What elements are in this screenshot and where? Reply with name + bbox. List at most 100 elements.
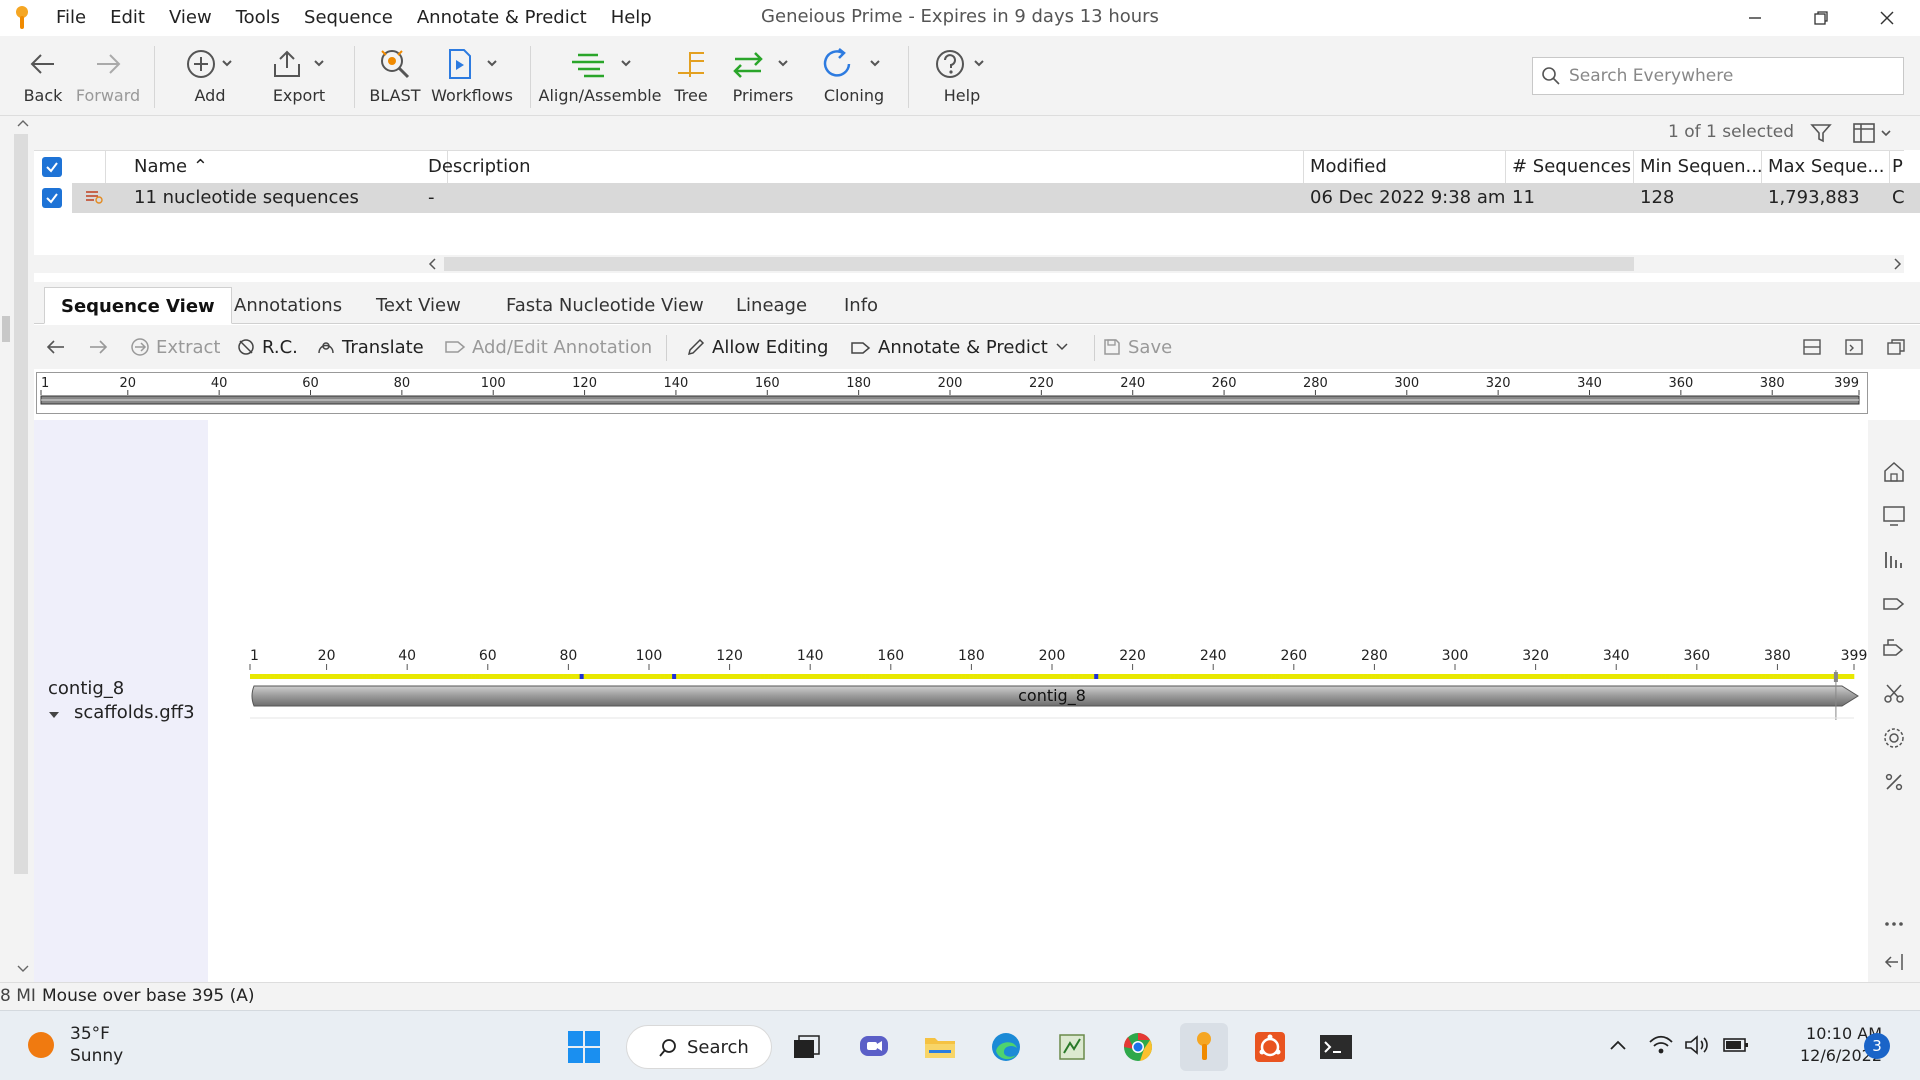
menu-edit[interactable]: Edit bbox=[98, 0, 157, 36]
menu-file[interactable]: File bbox=[44, 0, 98, 36]
wifi-icon[interactable] bbox=[1648, 1033, 1674, 1057]
annotate-predict-button[interactable]: Annotate & Predict bbox=[850, 325, 1076, 369]
start-button[interactable] bbox=[560, 1023, 608, 1071]
search-input[interactable] bbox=[1569, 66, 1889, 86]
arrow-right-icon bbox=[93, 42, 123, 86]
sequence-base bbox=[869, 674, 874, 679]
search-box[interactable] bbox=[1532, 57, 1904, 95]
column-icon bbox=[72, 151, 106, 183]
collapse-right-icon[interactable] bbox=[1882, 950, 1906, 974]
edge-button[interactable] bbox=[982, 1023, 1030, 1071]
menu-help[interactable]: Help bbox=[599, 0, 664, 36]
app-notebook-button[interactable] bbox=[1048, 1023, 1096, 1071]
sequence-base bbox=[1194, 674, 1200, 679]
sequence-base bbox=[579, 674, 584, 679]
column-min-sequence[interactable]: Min Sequen... bbox=[1634, 151, 1762, 183]
column-max-sequence[interactable]: Max Seque... bbox=[1762, 151, 1890, 183]
taskbar-search[interactable]: Search bbox=[626, 1025, 772, 1069]
workflows-button[interactable]: Workflows bbox=[431, 42, 513, 112]
column-sequences[interactable]: # Sequences bbox=[1506, 151, 1634, 183]
extract-button[interactable]: Extract bbox=[130, 325, 220, 369]
tab-fasta-nucleotide-view[interactable]: Fasta Nucleotide View bbox=[490, 287, 720, 324]
scroll-left-icon[interactable] bbox=[426, 257, 440, 271]
main-toolbar: Back Forward Add Export BLAST Workflows bbox=[0, 36, 1920, 116]
menu-view[interactable]: View bbox=[157, 0, 224, 36]
file-explorer-button[interactable] bbox=[916, 1023, 964, 1071]
tree-button[interactable]: Tree bbox=[668, 42, 714, 112]
tab-sequence-view[interactable]: Sequence View bbox=[44, 287, 232, 324]
annotation-track-name[interactable]: scaffolds.gff3 bbox=[74, 702, 195, 723]
help-button[interactable]: Help bbox=[930, 42, 994, 112]
back-label: Back bbox=[23, 86, 63, 105]
menu-sequence[interactable]: Sequence bbox=[292, 0, 405, 36]
menu-tools[interactable]: Tools bbox=[224, 0, 292, 36]
ubuntu-button[interactable] bbox=[1246, 1023, 1294, 1071]
teams-chat-button[interactable] bbox=[850, 1023, 898, 1071]
forward-button[interactable]: Forward bbox=[76, 42, 140, 112]
percent-icon[interactable] bbox=[1882, 770, 1906, 794]
close-button[interactable] bbox=[1854, 0, 1920, 36]
columns-icon[interactable] bbox=[1852, 122, 1896, 144]
chevron-up-icon[interactable] bbox=[1608, 1037, 1628, 1055]
battery-icon[interactable] bbox=[1722, 1035, 1750, 1055]
add-edit-annotation-button[interactable]: Add/Edit Annotation bbox=[444, 325, 652, 369]
translate-button[interactable]: Translate bbox=[316, 325, 424, 369]
chrome-button[interactable] bbox=[1114, 1023, 1162, 1071]
row-checkbox[interactable] bbox=[42, 188, 62, 208]
sequence-graphic[interactable]: 1 20 40 60 80 100 120 140 160 180 200 220 240 260 280 3… bbox=[208, 420, 1868, 982]
column-modified[interactable]: Modified bbox=[1304, 151, 1506, 183]
column-name[interactable]: Name ⌃ bbox=[128, 151, 448, 183]
new-window-icon[interactable] bbox=[1886, 337, 1906, 357]
home-icon[interactable] bbox=[1882, 460, 1906, 484]
display-icon[interactable] bbox=[1882, 504, 1906, 528]
sequence-name[interactable]: contig_8 bbox=[48, 678, 124, 699]
tab-annotations[interactable]: Annotations bbox=[218, 287, 358, 324]
minimize-button[interactable] bbox=[1722, 0, 1788, 36]
tab-text-view[interactable]: Text View bbox=[360, 287, 477, 324]
select-all-checkbox[interactable] bbox=[42, 157, 62, 177]
left-scrollbar[interactable] bbox=[0, 116, 34, 982]
reverse-complement-button[interactable]: R.C. bbox=[236, 325, 298, 369]
scrollbar-thumb[interactable] bbox=[444, 257, 1634, 271]
collapse-panel-icon[interactable] bbox=[1802, 337, 1822, 357]
sequence-panel[interactable]: contig_8 scaffolds.gff3 1 20 40 60 80 100 120 1… bbox=[34, 420, 1868, 982]
fit-view-icon[interactable] bbox=[1844, 337, 1864, 357]
primers-button[interactable]: Primers bbox=[726, 42, 800, 112]
volume-icon[interactable] bbox=[1684, 1033, 1710, 1057]
export-button[interactable]: Export bbox=[266, 42, 332, 112]
triangle-down-icon[interactable] bbox=[48, 710, 60, 720]
more-options-icon[interactable] bbox=[1882, 912, 1906, 936]
restore-button[interactable] bbox=[1788, 0, 1854, 36]
blast-button[interactable]: BLAST bbox=[368, 42, 422, 112]
save-button[interactable]: Save bbox=[1102, 325, 1172, 369]
restriction-sites-icon[interactable] bbox=[1882, 682, 1906, 706]
weather-widget[interactable]: 35°F Sunny bbox=[26, 1023, 123, 1067]
column-p[interactable]: P bbox=[1890, 151, 1904, 183]
filter-icon[interactable] bbox=[1810, 122, 1832, 144]
annotation-arrow-icon[interactable] bbox=[1882, 592, 1906, 616]
add-button[interactable]: Add bbox=[178, 42, 242, 112]
align-assemble-button[interactable]: Align/Assemble bbox=[539, 42, 662, 112]
column-description[interactable]: Description bbox=[422, 151, 1304, 183]
task-view-button[interactable] bbox=[782, 1023, 830, 1071]
cloning-button[interactable]: Cloning bbox=[818, 42, 890, 112]
scroll-right-icon[interactable] bbox=[1890, 257, 1904, 271]
viewer-back-button[interactable] bbox=[46, 325, 72, 369]
tab-lineage[interactable]: Lineage bbox=[720, 287, 823, 324]
overview-ruler[interactable]: 1 20 40 60 80 100 120 140 160 180 200 220 240 260 280 3… bbox=[36, 372, 1868, 414]
graphs-icon[interactable] bbox=[1882, 548, 1906, 572]
sequence-base bbox=[1049, 674, 1055, 679]
back-button[interactable]: Back bbox=[20, 42, 66, 112]
menu-annotate-predict[interactable]: Annotate & Predict bbox=[405, 0, 599, 36]
terminal-button[interactable] bbox=[1312, 1023, 1360, 1071]
notification-badge[interactable]: 3 bbox=[1864, 1033, 1890, 1059]
viewer-forward-button[interactable] bbox=[88, 325, 114, 369]
settings-gear-icon[interactable] bbox=[1882, 726, 1906, 750]
sequence-base bbox=[1480, 674, 1485, 679]
tab-info[interactable]: Info bbox=[828, 287, 894, 324]
table-horizontal-scrollbar[interactable] bbox=[34, 255, 1904, 273]
annotate-predict-icon[interactable] bbox=[1882, 636, 1906, 660]
toolbar-separator bbox=[354, 46, 355, 108]
allow-editing-button[interactable]: Allow Editing bbox=[686, 325, 828, 369]
geneious-taskbar-button[interactable] bbox=[1180, 1023, 1228, 1071]
